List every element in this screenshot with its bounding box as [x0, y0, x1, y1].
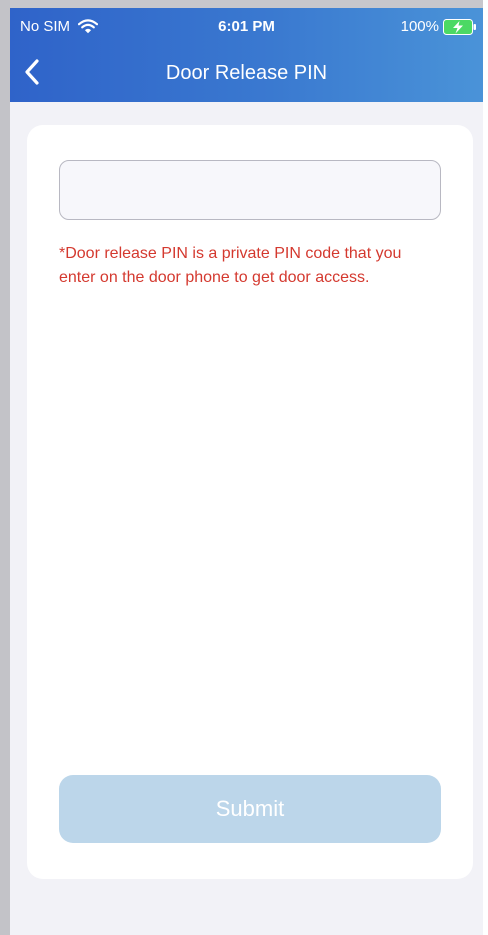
battery-charging-icon: [443, 19, 476, 35]
app-header: No SIM 6:01 PM 100% Door Release PIN: [10, 8, 483, 102]
content-area: *Door release PIN is a private PIN code …: [10, 102, 483, 935]
navigation-bar: Door Release PIN: [10, 50, 483, 94]
pin-input[interactable]: [59, 160, 441, 220]
window-frame-top: [0, 0, 488, 8]
form-card: *Door release PIN is a private PIN code …: [27, 125, 473, 879]
battery-percentage: 100%: [400, 18, 439, 35]
page-title: Door Release PIN: [165, 62, 328, 84]
window-frame-left: [0, 0, 10, 935]
status-bar: No SIM 6:01 PM 100%: [10, 8, 483, 44]
pin-info-note: *Door release PIN is a private PIN code …: [59, 245, 402, 286]
window-frame-right: [483, 0, 488, 935]
submit-button[interactable]: Submit: [59, 775, 441, 843]
